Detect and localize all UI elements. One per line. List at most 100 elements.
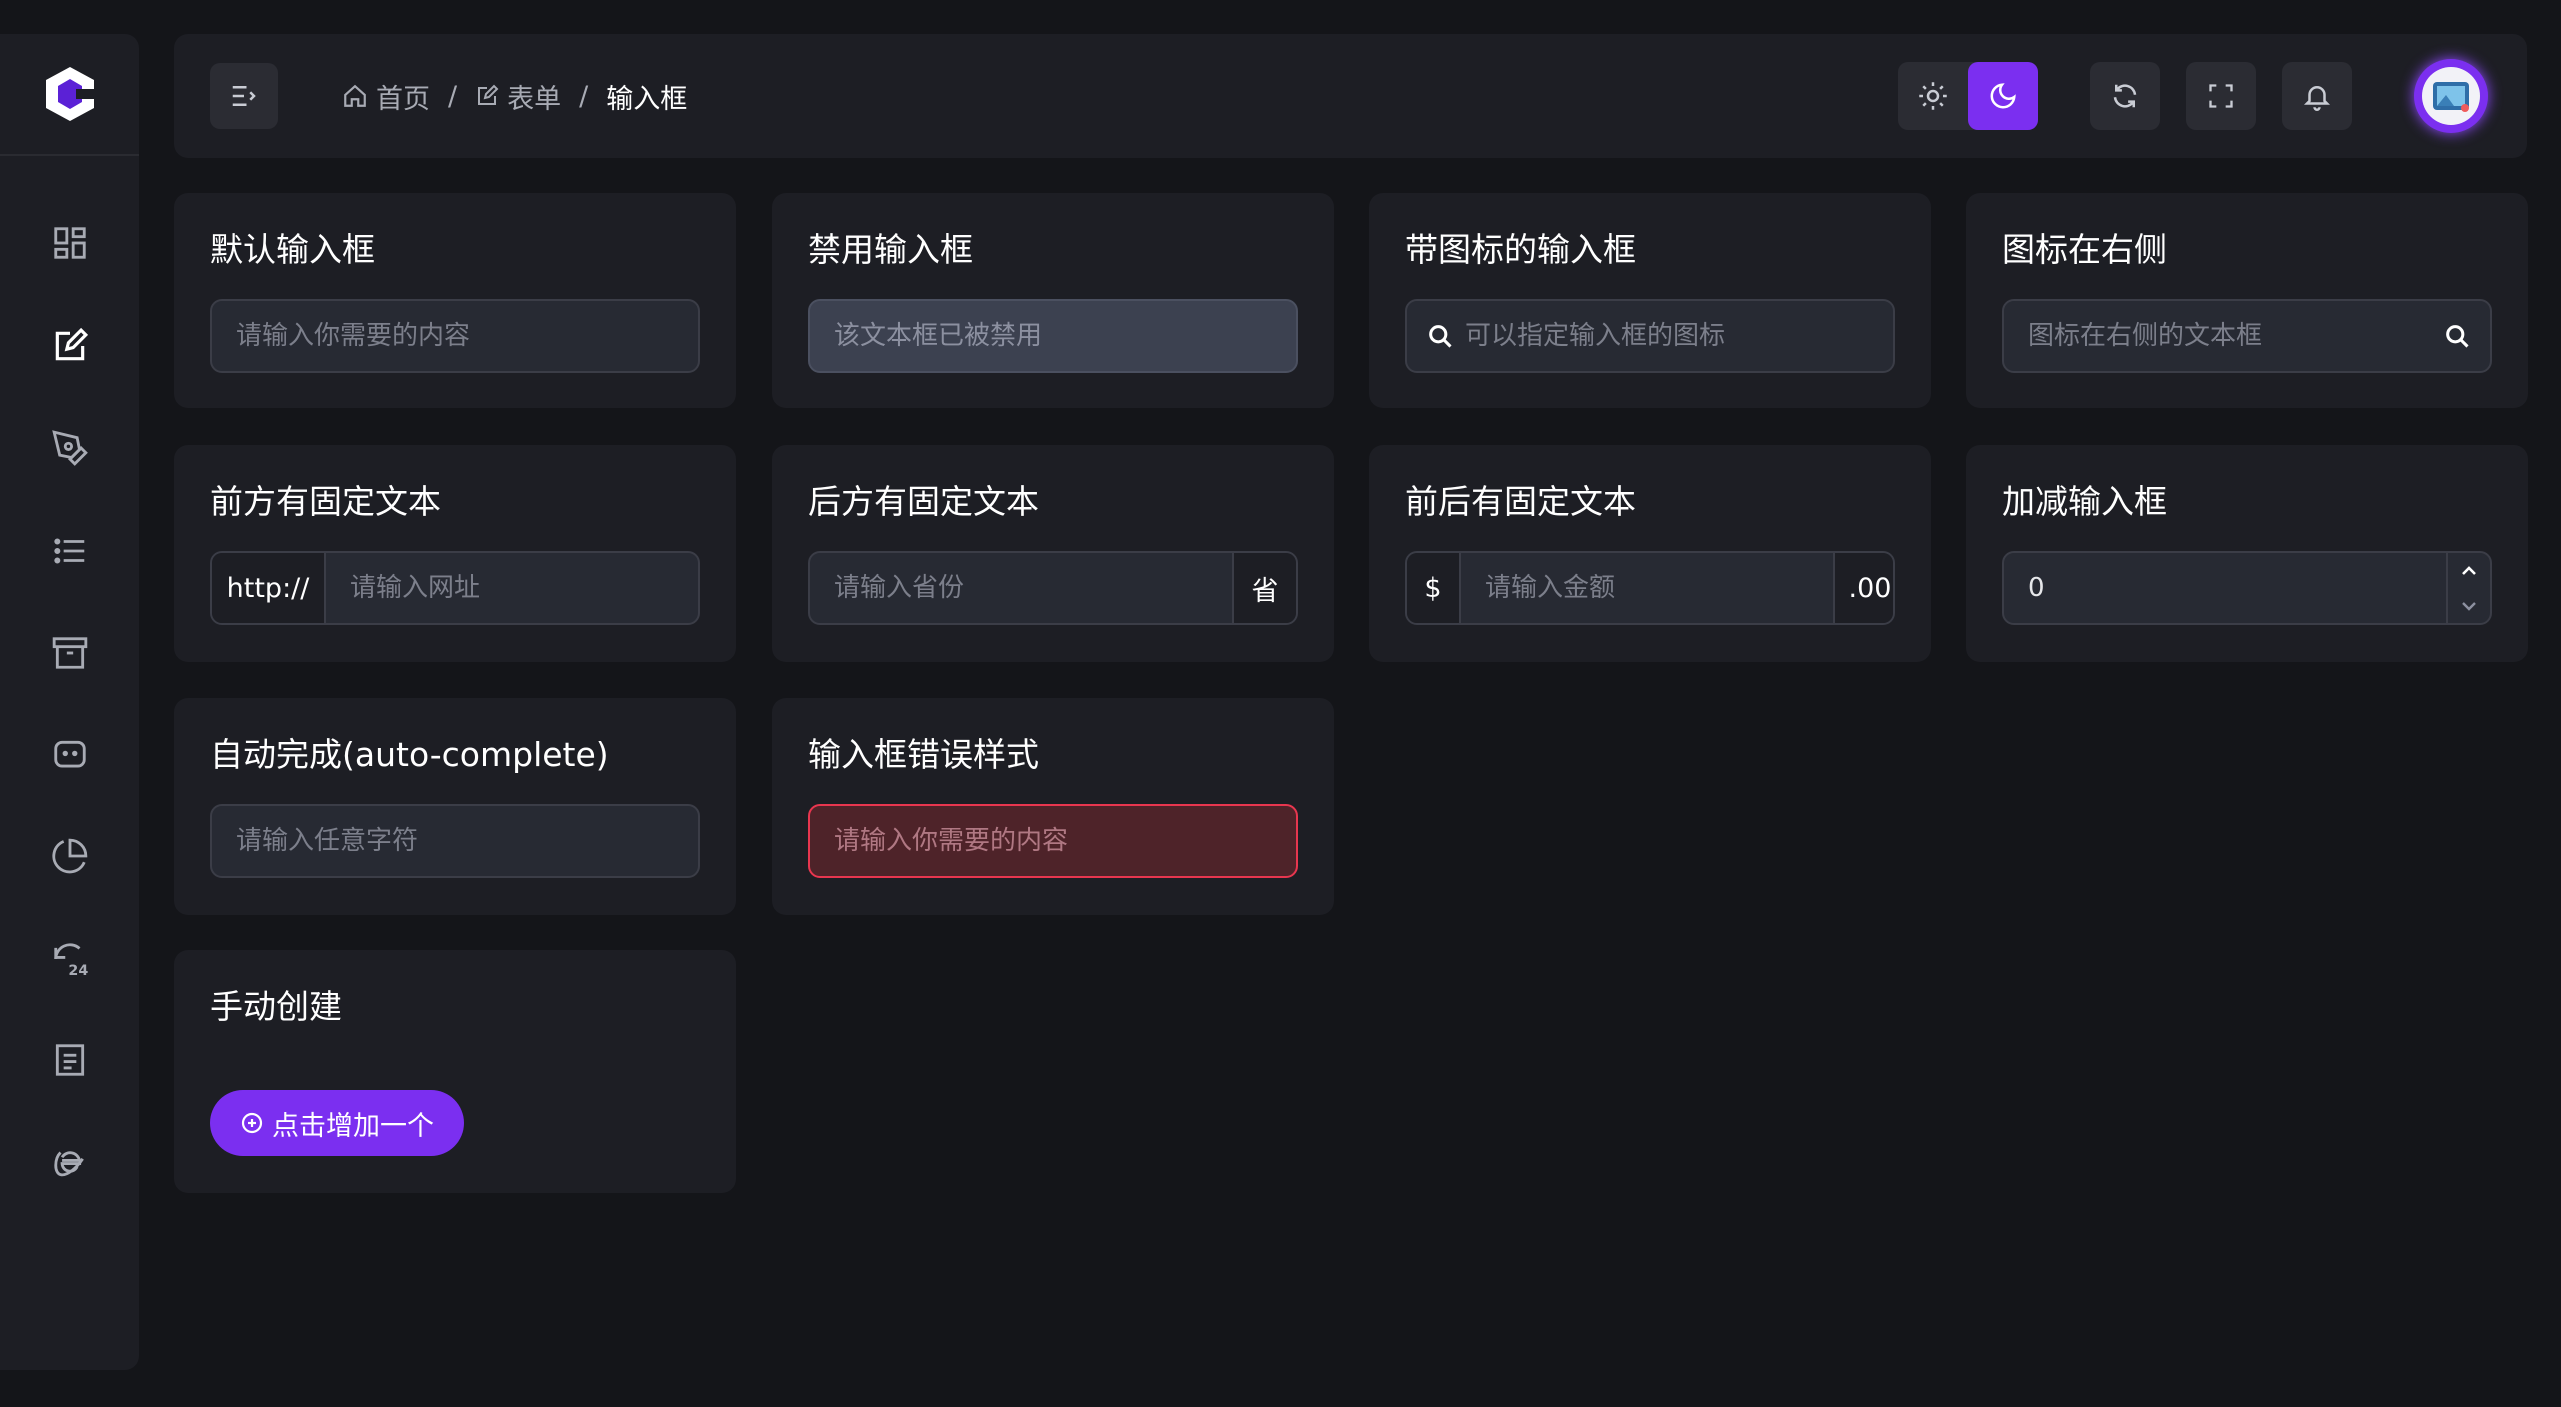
breadcrumb-form-label: 表单 xyxy=(507,83,562,115)
chevron-up-icon xyxy=(2462,565,2476,575)
add-input-button[interactable]: 点击增加一个 xyxy=(210,1090,464,1156)
card-number-input: 加减输入框 xyxy=(1966,445,2528,662)
card-title: 后方有固定文本 xyxy=(808,482,1039,521)
card-title: 加减输入框 xyxy=(2002,482,2167,521)
amount-input[interactable] xyxy=(1461,553,1833,623)
sidebar-item-archive[interactable] xyxy=(0,618,139,688)
moon-icon xyxy=(1990,83,2016,109)
sidebar-item-list[interactable] xyxy=(0,516,139,586)
icon-left-input[interactable] xyxy=(1461,301,1893,371)
collapse-sidebar-button[interactable] xyxy=(210,63,278,129)
breadcrumb-form[interactable]: 表单 xyxy=(475,77,561,116)
decrement-button[interactable] xyxy=(2448,588,2490,623)
svg-text:24: 24 xyxy=(68,963,88,978)
sidebar-item-form[interactable] xyxy=(0,311,139,381)
card-both-addon-input: 前后有固定文本 $ .00 xyxy=(1369,445,1931,662)
card-title: 自动完成(auto-complete) xyxy=(210,735,609,774)
sidebar-item-document[interactable] xyxy=(0,1025,139,1095)
card-title: 图标在右侧 xyxy=(2002,230,2167,269)
image-icon xyxy=(2433,82,2469,112)
autocomplete-input[interactable] xyxy=(212,806,698,876)
dashboard-icon xyxy=(53,227,86,259)
form-edit-icon xyxy=(478,84,499,105)
breadcrumb-current: 输入框 xyxy=(606,83,688,115)
pie-chart-icon xyxy=(51,838,87,874)
refresh-icon xyxy=(2113,84,2137,108)
card-title: 默认输入框 xyxy=(210,230,375,269)
ie-browser-icon xyxy=(53,1151,84,1177)
light-theme-button[interactable] xyxy=(1898,62,1968,130)
top-header: 首页 / 表单 / 输入框 xyxy=(174,34,2527,158)
prepend-input-field: http:// xyxy=(210,551,700,625)
card-title: 禁用输入框 xyxy=(808,230,973,269)
breadcrumb: 首页 / 表单 / 输入框 xyxy=(342,34,687,158)
card-title: 前后有固定文本 xyxy=(1405,482,1636,521)
card-icon-input: 带图标的输入框 xyxy=(1369,193,1931,408)
default-input[interactable] xyxy=(212,301,698,371)
card-title: 手动创建 xyxy=(210,987,342,1026)
append-input-field: 省 xyxy=(808,551,1298,625)
sidebar-item-dashboard[interactable] xyxy=(0,208,139,278)
card-title: 输入框错误样式 xyxy=(808,735,1039,774)
history-24-icon: 24 xyxy=(53,943,88,978)
pen-tool-icon xyxy=(51,430,88,466)
chevron-down-icon xyxy=(2462,601,2476,611)
breadcrumb-separator: / xyxy=(448,80,458,112)
logo-icon[interactable] xyxy=(44,65,96,123)
form-edit-icon xyxy=(55,327,88,361)
fullscreen-button[interactable] xyxy=(2186,62,2256,130)
suffix-addon: .00 xyxy=(1833,553,1893,623)
breadcrumb-home-label: 首页 xyxy=(376,83,430,115)
number-input-field xyxy=(2002,551,2492,625)
chat-bubble-icon xyxy=(53,740,86,768)
card-title: 前方有固定文本 xyxy=(210,482,441,521)
province-input[interactable] xyxy=(810,553,1232,623)
card-title: 带图标的输入框 xyxy=(1405,230,1636,269)
disabled-input xyxy=(810,301,1296,371)
icon-right-input-field xyxy=(2002,299,2492,373)
prepend-addon: http:// xyxy=(212,553,326,623)
breadcrumb-home[interactable]: 首页 xyxy=(342,77,430,116)
archive-icon xyxy=(52,637,87,669)
home-icon xyxy=(344,84,366,107)
card-append-input: 后方有固定文本 省 xyxy=(772,445,1334,662)
sidebar-item-chat[interactable] xyxy=(0,720,139,790)
list-icon xyxy=(53,538,84,564)
append-addon: 省 xyxy=(1232,553,1296,623)
card-icon-right-input: 图标在右侧 xyxy=(1966,193,2528,408)
url-input[interactable] xyxy=(326,553,698,623)
card-autocomplete-input: 自动完成(auto-complete) xyxy=(174,698,736,915)
error-input-field xyxy=(808,804,1298,878)
autocomplete-input-field xyxy=(210,804,700,878)
avatar[interactable] xyxy=(2414,59,2488,133)
sidebar-item-chart[interactable] xyxy=(0,821,139,891)
sidebar: 24 xyxy=(0,34,139,1370)
quantity-stepper xyxy=(2446,553,2490,623)
breadcrumb-separator: / xyxy=(579,80,589,112)
sidebar-item-history[interactable]: 24 xyxy=(0,924,139,994)
icon-left-input-field xyxy=(1405,299,1895,373)
card-disabled-input: 禁用输入框 xyxy=(772,193,1334,408)
dark-theme-button[interactable] xyxy=(1968,62,2038,130)
refresh-button[interactable] xyxy=(2090,62,2160,130)
card-manual-create: 手动创建 点击增加一个 xyxy=(174,950,736,1193)
avatar-image xyxy=(2422,67,2480,125)
notifications-button[interactable] xyxy=(2282,62,2352,130)
icon-right-input[interactable] xyxy=(2004,301,2436,371)
disabled-input-field xyxy=(808,299,1298,373)
document-icon xyxy=(55,1044,84,1076)
bell-icon xyxy=(2303,86,2331,111)
search-icon xyxy=(2436,322,2478,350)
default-input-field xyxy=(210,299,700,373)
sidebar-item-browser[interactable] xyxy=(0,1127,139,1197)
fullscreen-icon xyxy=(2209,84,2233,108)
card-error-input: 输入框错误样式 xyxy=(772,698,1334,915)
error-input[interactable] xyxy=(810,806,1296,876)
plus-circle-icon xyxy=(241,1112,263,1134)
amount-input-field: $ .00 xyxy=(1405,551,1895,625)
number-input[interactable] xyxy=(2004,553,2446,623)
sidebar-item-pen[interactable] xyxy=(0,413,139,483)
increment-button[interactable] xyxy=(2448,553,2490,588)
card-prepend-input: 前方有固定文本 http:// xyxy=(174,445,736,662)
prefix-addon: $ xyxy=(1407,553,1461,623)
